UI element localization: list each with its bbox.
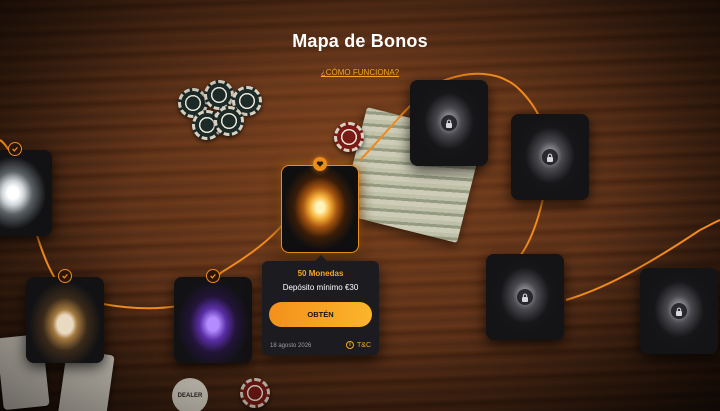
amethyst-icon <box>174 277 252 363</box>
bonus-node-diamond[interactable] <box>0 150 52 236</box>
terms-label: T&C <box>357 341 371 349</box>
how-it-works: ¿CÓMO FUNCIONA? <box>0 62 720 80</box>
lock-icon <box>671 303 687 319</box>
gold-gem-icon <box>282 166 358 252</box>
reward-amount: 50 Monedas <box>297 269 344 278</box>
claim-button[interactable]: OBTÉN <box>269 302 372 327</box>
completed-check-icon <box>58 269 72 283</box>
reward-date: 18 agosto 2026 <box>270 343 312 349</box>
bonus-node-gold-gem[interactable] <box>281 165 359 253</box>
completed-check-icon <box>8 142 22 156</box>
reward-popup: 50 Monedas Depósito mínimo €30 OBTÉN 18 … <box>262 255 379 355</box>
page-title: Mapa de Bonos <box>292 31 428 51</box>
bonus-node-locked-1[interactable] <box>410 80 488 166</box>
how-it-works-link[interactable]: ¿CÓMO FUNCIONA? <box>321 68 399 77</box>
diamond-icon <box>0 150 52 236</box>
reward-requirement: Depósito mínimo €30 <box>282 283 359 292</box>
info-icon: i <box>346 341 354 349</box>
completed-check-icon <box>206 269 220 283</box>
bonus-node-locked-2[interactable] <box>511 114 589 200</box>
bonus-map-stage: DEALER Mapa de Bonos ¿CÓMO FUNCIONA? 50 … <box>0 0 720 411</box>
lock-icon <box>441 115 457 131</box>
bonus-node-pearl-shell[interactable] <box>26 277 104 363</box>
lock-icon <box>517 289 533 305</box>
lock-icon <box>542 149 558 165</box>
current-step-heart-icon <box>313 157 327 171</box>
bonus-node-locked-3[interactable] <box>486 254 564 340</box>
terms-link[interactable]: i T&C <box>346 341 371 349</box>
bonus-node-locked-4[interactable] <box>640 268 718 354</box>
pearl-shell-icon <box>26 277 104 363</box>
bonus-node-amethyst[interactable] <box>174 277 252 363</box>
